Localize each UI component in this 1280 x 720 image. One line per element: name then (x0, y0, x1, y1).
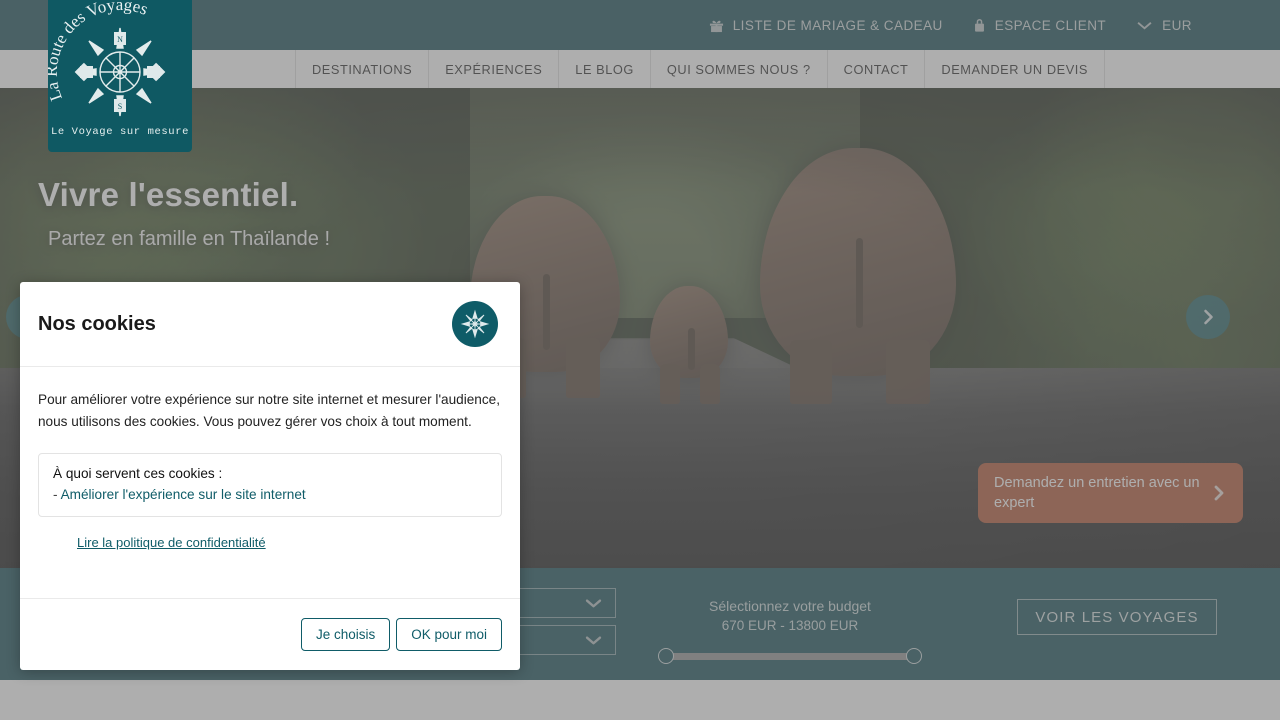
cookie-dialog-footer: Je choisis OK pour moi (20, 598, 520, 670)
site-logo[interactable]: La Route des Voyages N S (48, 0, 192, 152)
svg-text:N: N (117, 35, 123, 44)
cookie-dialog-header: Nos cookies (20, 282, 520, 367)
cookie-consent-dialog: Nos cookies Pour améliorer votre expérie… (20, 282, 520, 670)
cookie-dialog-paragraph: Pour améliorer votre expérience sur notr… (38, 392, 500, 429)
compass-rose-logo-icon: La Route des Voyages N S (48, 0, 166, 117)
cookie-purpose-box: À quoi servent ces cookies : - Améliorer… (38, 453, 502, 517)
logo-tagline: Le Voyage sur mesure (50, 126, 190, 138)
cookie-dialog-body: Pour améliorer votre expérience sur notr… (20, 367, 520, 598)
accept-cookies-button[interactable]: OK pour moi (396, 618, 502, 651)
privacy-policy-link[interactable]: Lire la politique de confidentialité (77, 535, 266, 550)
cookie-purpose-item: - Améliorer l'expérience sur le site int… (53, 487, 487, 502)
cookie-purpose-item-label: Améliorer l'expérience sur le site inter… (60, 487, 306, 502)
svg-text:S: S (118, 102, 122, 111)
cookie-dialog-title: Nos cookies (38, 312, 156, 335)
compass-logo-icon (452, 301, 498, 347)
screen: LISTE DE MARIAGE & CADEAU ESPACE CLIENT (0, 0, 1280, 720)
choose-cookies-button[interactable]: Je choisis (300, 618, 391, 651)
cookie-purpose-title: À quoi servent ces cookies : (53, 466, 223, 481)
cookie-purpose-dash: - (53, 487, 61, 502)
